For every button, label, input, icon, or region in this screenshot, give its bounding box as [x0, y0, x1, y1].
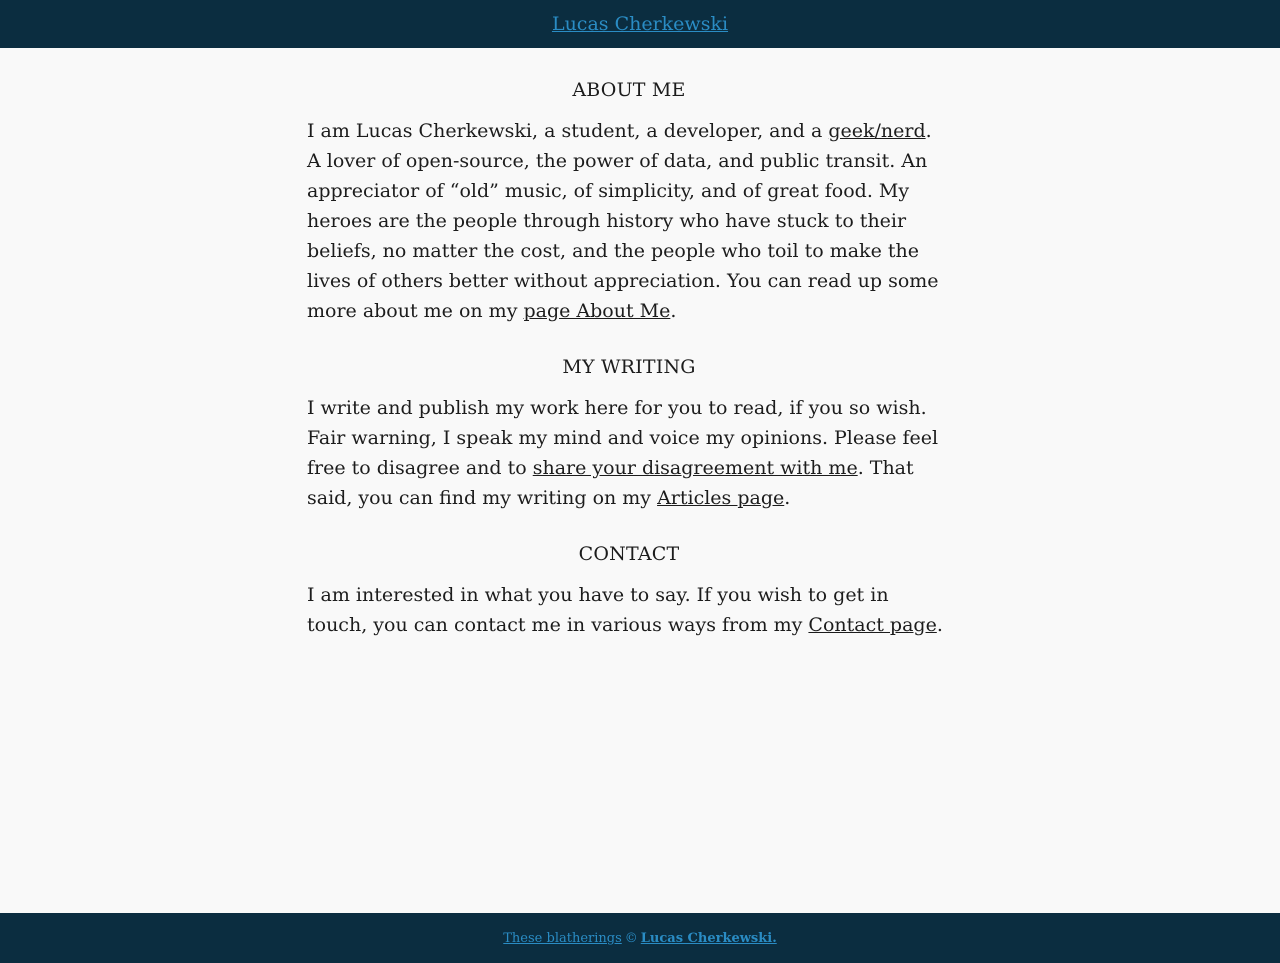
writing-text-3: . — [784, 487, 791, 509]
copyright-symbol: © — [624, 930, 638, 946]
about-text-2: . A lover of open-source, the power of d… — [307, 120, 939, 322]
contact-heading: CONTACT — [578, 543, 680, 565]
about-heading: ABOUT ME — [572, 79, 686, 101]
main-content: ABOUT ME I am Lucas Cherkewski, a studen… — [307, 48, 951, 640]
about-me-page-link[interactable]: page About Me — [523, 300, 670, 322]
writing-section: MY WRITING I write and publish my work h… — [307, 353, 951, 513]
about-text-3: . — [670, 300, 677, 322]
contact-section: CONTACT I am interested in what you have… — [307, 540, 951, 640]
writing-heading: MY WRITING — [562, 356, 696, 378]
contact-text-2: . — [936, 614, 943, 636]
site-header: Lucas Cherkewski — [0, 0, 1280, 48]
geek-nerd-link[interactable]: geek/nerd — [828, 120, 925, 142]
site-footer: These blatherings © Lucas Cherkewski. — [0, 913, 1280, 963]
about-paragraph: I am Lucas Cherkewski, a student, a deve… — [307, 116, 951, 326]
contact-text-1: I am interested in what you have to say.… — [307, 584, 889, 636]
writing-paragraph: I write and publish my work here for you… — [307, 393, 951, 513]
about-text-1: I am Lucas Cherkewski, a student, a deve… — [307, 120, 829, 142]
footer-author-link[interactable]: Lucas Cherkewski. — [641, 931, 777, 946]
site-title-link[interactable]: Lucas Cherkewski — [552, 13, 728, 35]
articles-page-link[interactable]: Articles page — [657, 487, 784, 509]
share-disagreement-link[interactable]: share your disagreement with me — [533, 457, 858, 479]
footer-author-name: Lucas Cherkewski. — [640, 930, 777, 946]
footer-blatherings-link[interactable]: These blatherings — [503, 931, 622, 946]
contact-page-link[interactable]: Contact page — [808, 614, 936, 636]
about-section: ABOUT ME I am Lucas Cherkewski, a studen… — [307, 76, 951, 326]
contact-paragraph: I am interested in what you have to say.… — [307, 580, 951, 640]
